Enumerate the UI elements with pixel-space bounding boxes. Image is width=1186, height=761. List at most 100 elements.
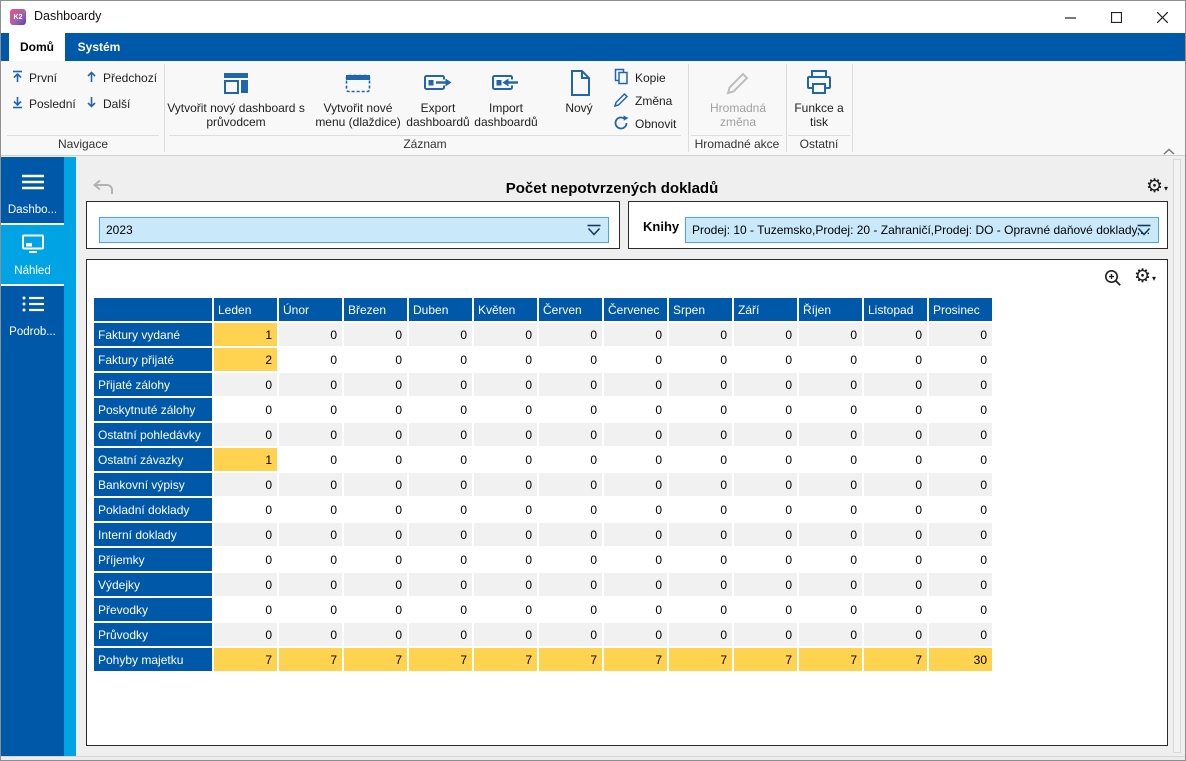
value-cell[interactable]: 0: [799, 473, 862, 496]
value-cell[interactable]: 0: [344, 423, 407, 446]
value-cell[interactable]: 0: [279, 348, 342, 371]
year-combobox[interactable]: 2023: [99, 217, 609, 243]
value-cell[interactable]: 0: [474, 448, 537, 471]
value-cell[interactable]: 0: [214, 498, 277, 521]
export-dashboards-button[interactable]: Export dashboardů: [403, 65, 473, 135]
value-cell[interactable]: 0: [604, 623, 667, 646]
value-cell[interactable]: 0: [669, 323, 732, 346]
column-header[interactable]: Prosinec: [929, 298, 992, 321]
value-cell[interactable]: 0: [214, 398, 277, 421]
value-cell[interactable]: 0: [864, 473, 927, 496]
value-cell[interactable]: 0: [344, 448, 407, 471]
next-button[interactable]: Další: [85, 95, 130, 113]
value-cell[interactable]: 0: [864, 398, 927, 421]
value-cell[interactable]: 30: [929, 648, 992, 671]
minimize-button[interactable]: [1047, 1, 1093, 33]
value-cell[interactable]: 0: [929, 398, 992, 421]
value-cell[interactable]: 0: [279, 523, 342, 546]
value-cell[interactable]: 0: [279, 423, 342, 446]
value-cell[interactable]: 0: [539, 473, 602, 496]
column-header[interactable]: Březen: [344, 298, 407, 321]
value-cell[interactable]: 0: [409, 498, 472, 521]
value-cell[interactable]: 1: [214, 448, 277, 471]
value-cell[interactable]: 0: [279, 373, 342, 396]
value-cell[interactable]: 0: [344, 598, 407, 621]
value-cell[interactable]: 7: [474, 648, 537, 671]
change-button[interactable]: Změna: [613, 92, 672, 110]
value-cell[interactable]: 0: [344, 373, 407, 396]
value-cell[interactable]: 0: [929, 498, 992, 521]
value-cell[interactable]: 0: [734, 448, 797, 471]
value-cell[interactable]: 0: [929, 473, 992, 496]
books-combobox[interactable]: Prodej: 10 - Tuzemsko,Prodej: 20 - Zahra…: [685, 217, 1159, 243]
value-cell[interactable]: 0: [344, 523, 407, 546]
value-cell[interactable]: 0: [409, 548, 472, 571]
value-cell[interactable]: 0: [929, 373, 992, 396]
value-cell[interactable]: 0: [604, 348, 667, 371]
value-cell[interactable]: 0: [734, 573, 797, 596]
value-cell[interactable]: 0: [864, 623, 927, 646]
value-cell[interactable]: 0: [669, 398, 732, 421]
value-cell[interactable]: 0: [734, 473, 797, 496]
value-cell[interactable]: 0: [734, 523, 797, 546]
value-cell[interactable]: 0: [409, 423, 472, 446]
value-cell[interactable]: 0: [669, 623, 732, 646]
value-cell[interactable]: 0: [214, 473, 277, 496]
value-cell[interactable]: 0: [474, 323, 537, 346]
column-header[interactable]: Únor: [279, 298, 342, 321]
value-cell[interactable]: 0: [864, 373, 927, 396]
row-header[interactable]: Faktury přijaté: [94, 348, 212, 371]
value-cell[interactable]: 0: [929, 323, 992, 346]
value-cell[interactable]: 0: [539, 423, 602, 446]
value-cell[interactable]: 0: [344, 548, 407, 571]
value-cell[interactable]: 0: [279, 448, 342, 471]
value-cell[interactable]: 0: [474, 348, 537, 371]
value-cell[interactable]: 0: [929, 423, 992, 446]
value-cell[interactable]: 0: [474, 373, 537, 396]
column-header[interactable]: Srpen: [669, 298, 732, 321]
value-cell[interactable]: 0: [669, 548, 732, 571]
value-cell[interactable]: 0: [799, 498, 862, 521]
value-cell[interactable]: 7: [864, 648, 927, 671]
value-cell[interactable]: 0: [734, 498, 797, 521]
refresh-button[interactable]: Obnovit: [613, 115, 676, 133]
new-button[interactable]: Nový: [549, 65, 609, 135]
value-cell[interactable]: 0: [474, 523, 537, 546]
value-cell[interactable]: 0: [539, 498, 602, 521]
value-cell[interactable]: 0: [864, 323, 927, 346]
column-header[interactable]: Červenec: [604, 298, 667, 321]
value-cell[interactable]: 0: [669, 523, 732, 546]
row-header[interactable]: Pohyby majetku: [94, 648, 212, 671]
dashboard-settings-button[interactable]: ⚙▾: [1146, 177, 1163, 196]
value-cell[interactable]: 0: [539, 373, 602, 396]
vertical-scrollbar[interactable]: [1173, 159, 1181, 753]
value-cell[interactable]: 0: [409, 448, 472, 471]
value-cell[interactable]: 0: [669, 498, 732, 521]
value-cell[interactable]: 0: [734, 423, 797, 446]
row-header[interactable]: Příjemky: [94, 548, 212, 571]
value-cell[interactable]: 0: [539, 348, 602, 371]
value-cell[interactable]: 0: [799, 448, 862, 471]
value-cell[interactable]: 0: [279, 548, 342, 571]
value-cell[interactable]: 0: [799, 398, 862, 421]
value-cell[interactable]: 0: [799, 523, 862, 546]
value-cell[interactable]: 1: [214, 323, 277, 346]
row-header[interactable]: Bankovní výpisy: [94, 473, 212, 496]
column-header[interactable]: Leden: [214, 298, 277, 321]
create-dashboard-button[interactable]: Vytvořit nový dashboard s průvodcem: [165, 65, 307, 135]
value-cell[interactable]: 0: [669, 448, 732, 471]
tab-domu[interactable]: Domů: [9, 33, 65, 61]
value-cell[interactable]: 0: [474, 498, 537, 521]
value-cell[interactable]: 0: [929, 448, 992, 471]
value-cell[interactable]: 0: [474, 598, 537, 621]
value-cell[interactable]: 7: [604, 648, 667, 671]
value-cell[interactable]: 0: [279, 573, 342, 596]
value-cell[interactable]: 0: [734, 323, 797, 346]
row-header[interactable]: Interní doklady: [94, 523, 212, 546]
value-cell[interactable]: 0: [409, 623, 472, 646]
value-cell[interactable]: 0: [409, 523, 472, 546]
value-cell[interactable]: 0: [864, 423, 927, 446]
table-settings-button[interactable]: ⚙▾: [1134, 267, 1151, 286]
sidebar-item-dashboardy[interactable]: Dashbo...: [1, 164, 64, 223]
value-cell[interactable]: 0: [214, 598, 277, 621]
